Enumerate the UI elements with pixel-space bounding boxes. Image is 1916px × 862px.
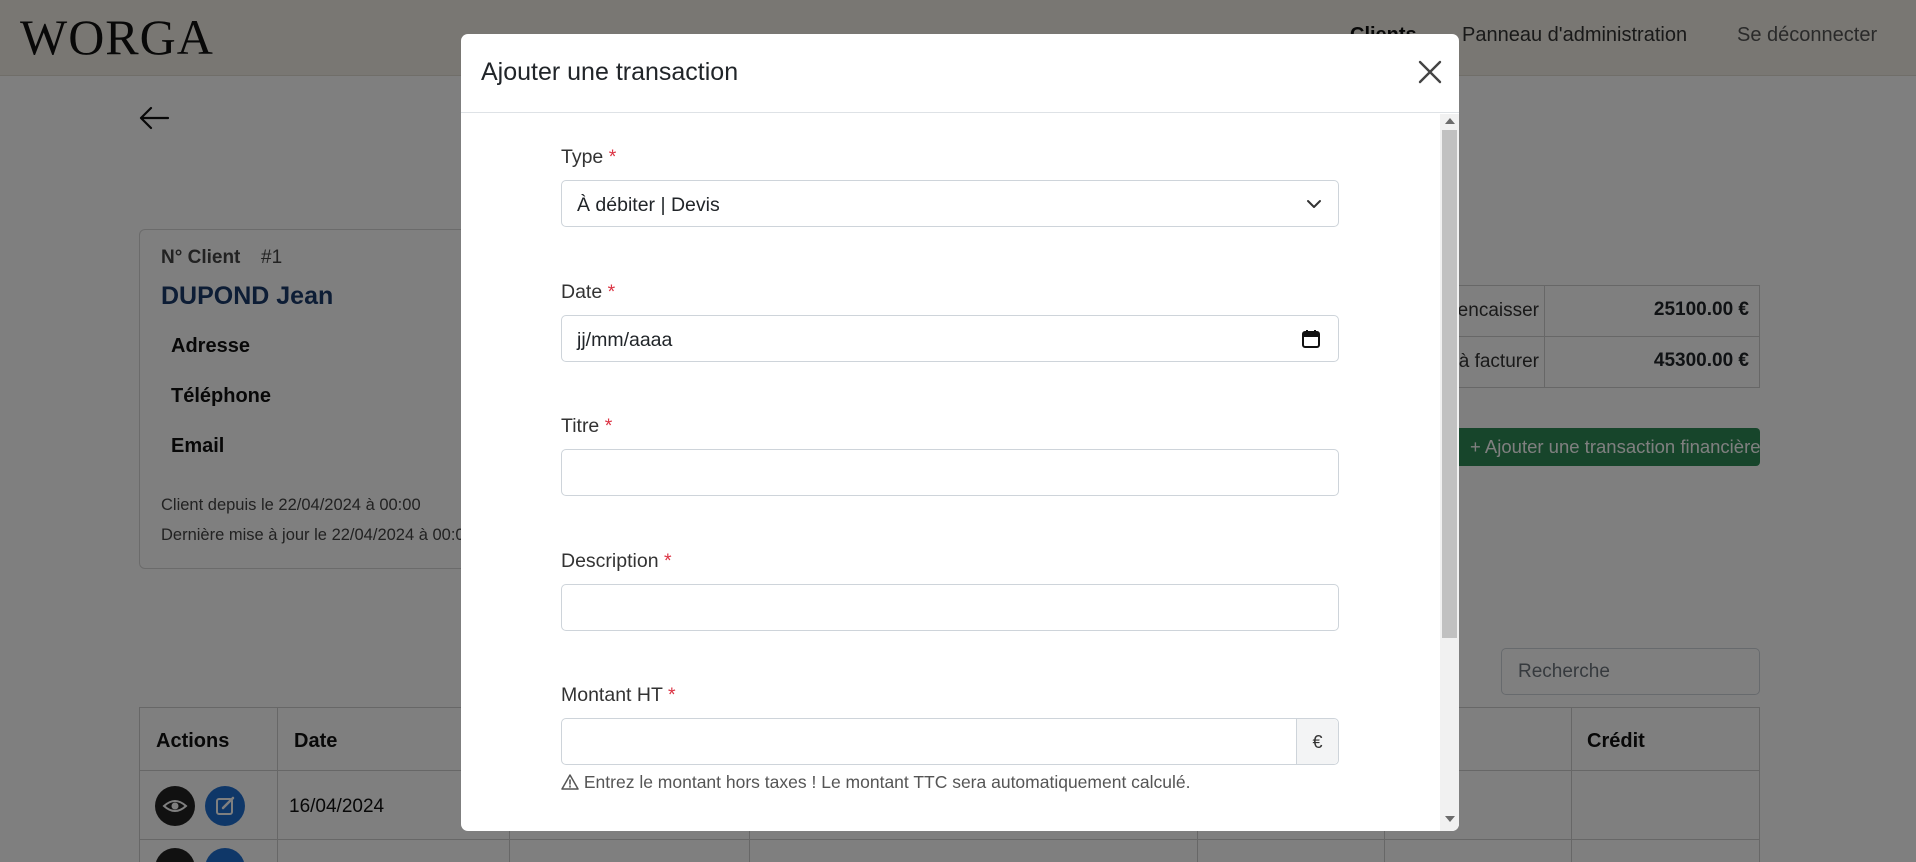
- close-icon[interactable]: [1416, 58, 1444, 86]
- required-marker: *: [604, 415, 613, 437]
- calendar-icon[interactable]: [1300, 328, 1322, 350]
- type-label: Type *: [561, 146, 616, 169]
- date-placeholder: jj/mm/aaaa: [577, 329, 673, 351]
- scroll-thumb[interactable]: [1442, 130, 1457, 638]
- description-label: Description *: [561, 550, 672, 573]
- chevron-down-icon: [1307, 200, 1321, 208]
- scroll-up-arrow-icon[interactable]: [1445, 118, 1455, 124]
- warning-icon: [561, 774, 579, 790]
- add-transaction-modal: Ajouter une transaction Type * À débiter…: [461, 34, 1459, 831]
- modal-title: Ajouter une transaction: [481, 58, 739, 86]
- date-label-text: Date: [561, 281, 603, 303]
- montant-input-group: €: [561, 718, 1339, 765]
- date-input[interactable]: jj/mm/aaaa: [561, 315, 1339, 362]
- required-marker: *: [663, 550, 672, 572]
- montant-hint: Entrez le montant hors taxes ! Le montan…: [561, 772, 1191, 793]
- titre-input[interactable]: [561, 449, 1339, 496]
- currency-suffix: €: [1296, 719, 1338, 764]
- titre-label: Titre *: [561, 415, 612, 438]
- modal-scrollbar[interactable]: [1440, 114, 1459, 831]
- montant-hint-text: Entrez le montant hors taxes ! Le montan…: [583, 772, 1191, 792]
- modal-header: Ajouter une transaction: [461, 34, 1459, 113]
- required-marker: *: [607, 281, 616, 303]
- date-label: Date *: [561, 281, 615, 304]
- montant-label: Montant HT *: [561, 684, 676, 707]
- type-select-value: À débiter | Devis: [577, 194, 720, 216]
- modal-body: Type * À débiter | Devis Date * jj/mm/aa…: [461, 114, 1459, 831]
- type-select[interactable]: À débiter | Devis: [561, 180, 1339, 227]
- montant-label-text: Montant HT: [561, 684, 663, 706]
- scroll-down-arrow-icon[interactable]: [1445, 816, 1455, 822]
- montant-input[interactable]: [562, 719, 1296, 764]
- required-marker: *: [608, 146, 617, 168]
- required-marker: *: [667, 684, 676, 706]
- description-label-text: Description: [561, 550, 659, 572]
- type-label-text: Type: [561, 146, 604, 168]
- description-input[interactable]: [561, 584, 1339, 631]
- titre-label-text: Titre: [561, 415, 600, 437]
